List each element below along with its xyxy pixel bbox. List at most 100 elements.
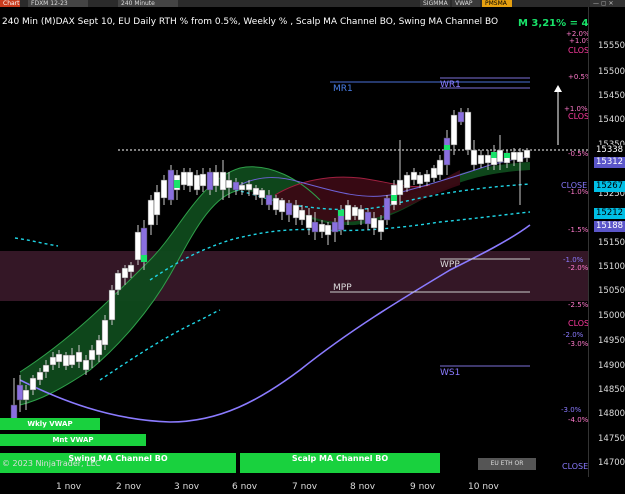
signal-candle <box>504 153 510 158</box>
date-label: 9 nov <box>410 482 436 492</box>
candle-body <box>331 221 339 233</box>
candle-body <box>311 221 319 233</box>
price-marker: 15267 <box>594 181 625 192</box>
candle-body <box>29 377 37 391</box>
wkly-vwap-bar: Wkly VWAP <box>0 418 100 430</box>
candle-body <box>416 174 424 185</box>
candle-body <box>108 289 116 321</box>
candle-body <box>49 356 57 366</box>
pct-label: -2.0% <box>568 264 589 272</box>
candle-body <box>516 151 524 163</box>
candle-body <box>470 149 478 166</box>
candle-body <box>464 111 472 151</box>
pct-label: -4.0% <box>568 416 589 424</box>
candle-body <box>272 197 280 211</box>
pct-label: -1.0% <box>568 188 589 196</box>
date-label: 8 nov <box>350 482 376 492</box>
price-tick: 15550 <box>598 41 625 51</box>
candle-body <box>443 137 451 166</box>
candle-body <box>245 183 253 191</box>
candle-body <box>127 264 135 273</box>
candle-body <box>186 171 194 187</box>
chart-title: 240 Min (M)DAX Sept 10, EU Daily RTH % f… <box>2 17 499 27</box>
date-label: 7 nov <box>292 482 318 492</box>
pct-label: CLOS <box>568 319 590 328</box>
candle-body <box>410 171 418 181</box>
candle-body <box>450 114 458 146</box>
price-tick: 15500 <box>598 67 625 77</box>
candle-body <box>265 194 273 206</box>
pct-label: -1.5% <box>568 226 589 234</box>
candle-body <box>36 371 44 381</box>
candle-body <box>75 351 83 363</box>
candle-body <box>42 364 50 373</box>
candle-body <box>457 111 465 123</box>
candle-body <box>147 199 155 226</box>
price-marker: 15338 <box>594 145 625 156</box>
candle-body <box>193 174 201 191</box>
candle-body <box>377 219 385 233</box>
pct-label: -3.0% <box>568 340 589 348</box>
price-tick: 14800 <box>598 409 625 419</box>
ws1-label: WS1 <box>440 368 461 378</box>
candle-body <box>238 184 246 191</box>
signal-candle <box>391 195 397 201</box>
mnt-vwap-bar: Mnt VWAP <box>0 434 146 446</box>
price-tick: 14750 <box>598 434 625 444</box>
candle-body <box>68 354 76 366</box>
price-tick: 15150 <box>598 238 625 248</box>
candle-body <box>430 167 438 179</box>
signal-candle <box>338 210 344 216</box>
candle-body <box>16 384 24 401</box>
candle-body <box>318 223 326 233</box>
candle-body <box>82 359 90 371</box>
candle-body <box>252 187 260 196</box>
pct-label: -2.5% <box>568 301 589 309</box>
candle-body <box>364 211 372 225</box>
price-tick: 15100 <box>598 262 625 272</box>
wpp-label: WPP <box>440 260 460 270</box>
candle-body <box>383 197 391 221</box>
candle-body <box>523 149 531 159</box>
up-arrow-head <box>554 85 562 92</box>
date-label: 1 nov <box>56 482 82 492</box>
candle-body <box>88 349 96 361</box>
candle-body <box>114 272 122 291</box>
candle-body <box>510 151 518 161</box>
candle-body <box>484 154 492 164</box>
price-marker: 15212 <box>594 208 625 219</box>
candle-body <box>219 171 227 191</box>
pct-label: -1.0% <box>563 256 584 264</box>
scalp-bo-bar: Scalp MA Channel BO <box>240 453 440 473</box>
candle-body <box>180 171 188 186</box>
candle-body <box>95 339 103 356</box>
price-marker: 15188 <box>594 221 625 232</box>
candle-body <box>160 179 168 199</box>
candle-body <box>225 179 233 189</box>
candle-body <box>206 171 214 191</box>
pct-label: -0.5% <box>568 150 589 158</box>
candle-body <box>212 171 220 187</box>
candle-body <box>423 173 431 183</box>
price-tick: 14950 <box>598 336 625 346</box>
mr1-label: MR1 <box>333 84 353 94</box>
cyan-dash-left <box>14 237 59 247</box>
price-tick: 15450 <box>598 91 625 101</box>
candle-body <box>167 169 175 201</box>
candle-body <box>305 214 313 229</box>
candle-body <box>292 204 300 219</box>
close-label: CLOSE <box>562 462 589 471</box>
price-tick: 14850 <box>598 385 625 395</box>
candle-body <box>396 179 404 196</box>
candle-body <box>134 231 142 261</box>
date-label: 10 nov <box>468 482 499 492</box>
candle-body <box>403 174 411 189</box>
signal-candle <box>491 152 497 158</box>
candle-body <box>477 154 485 165</box>
price-tick: 15000 <box>598 311 625 321</box>
candle-body <box>153 191 161 216</box>
wr1-label: WR1 <box>440 80 461 90</box>
price-marker: 15312 <box>594 157 625 168</box>
price-tick: 15400 <box>598 115 625 125</box>
candle-body <box>258 189 266 199</box>
